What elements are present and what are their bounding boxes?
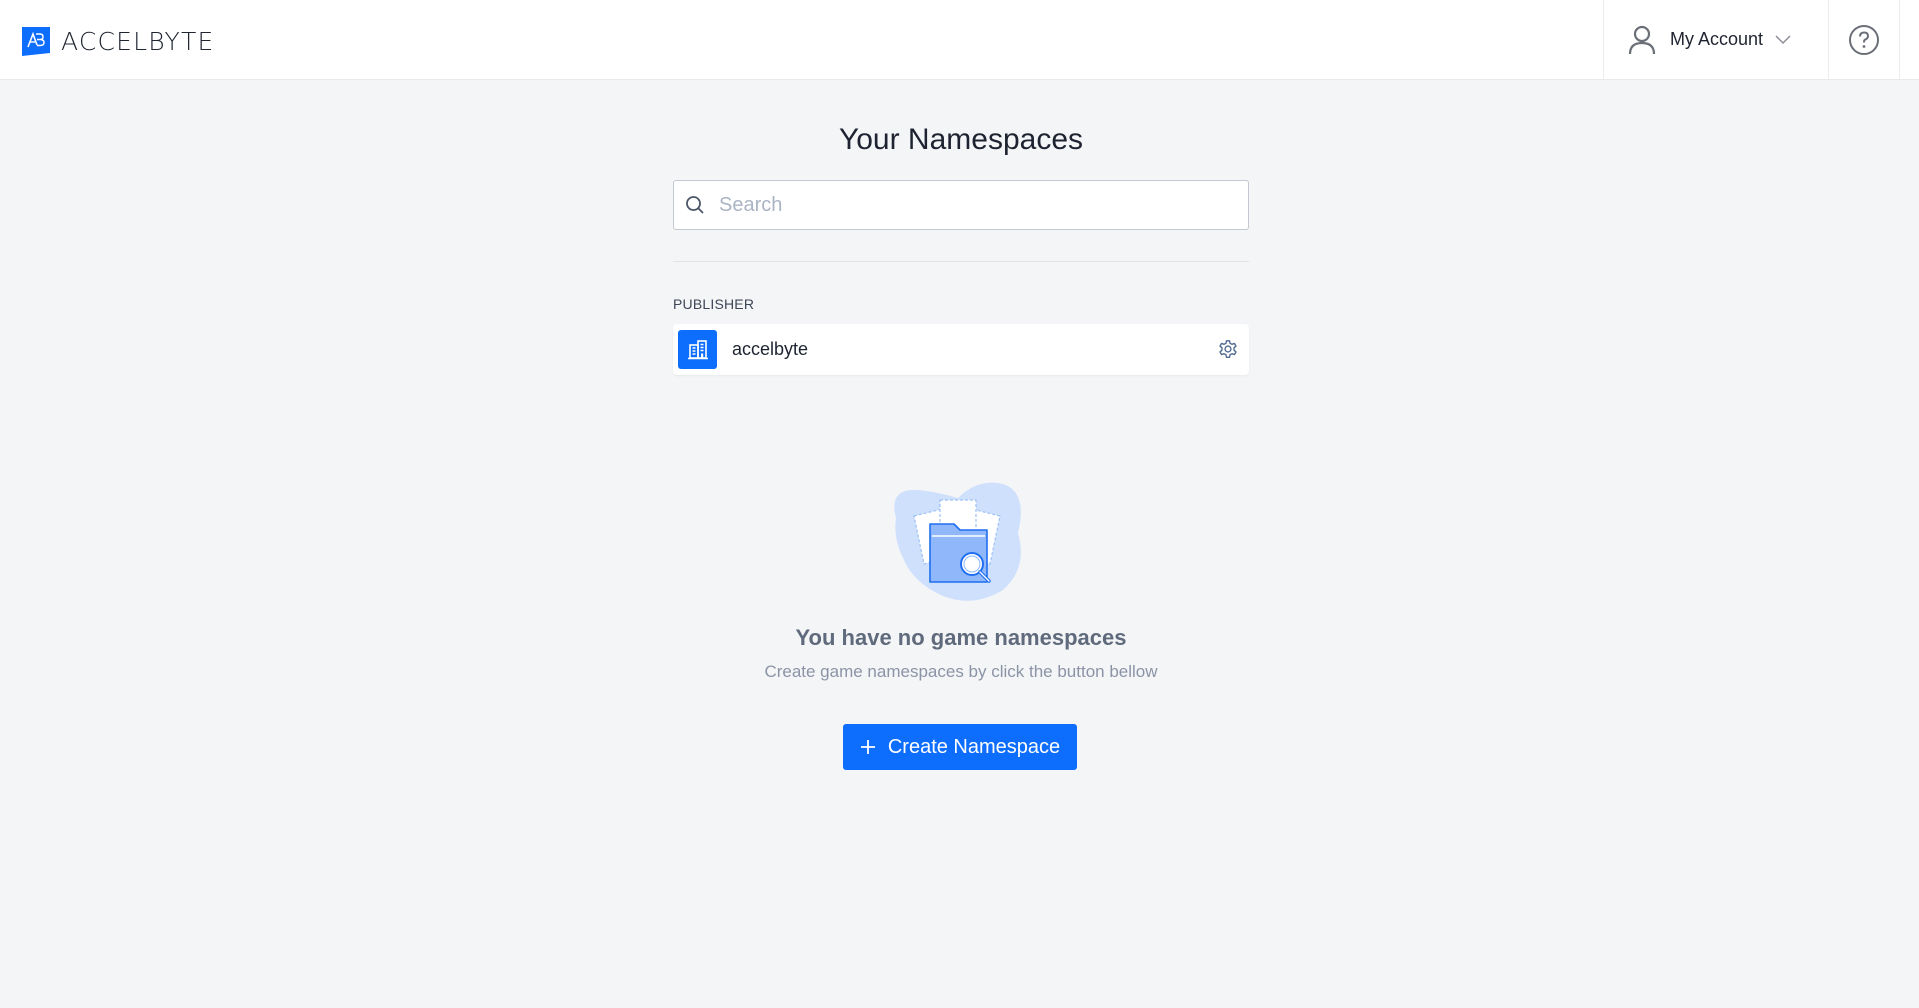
my-account-menu[interactable]: My Account bbox=[1603, 0, 1829, 79]
user-icon bbox=[1628, 25, 1656, 54]
publisher-avatar bbox=[678, 330, 717, 369]
publisher-name: accelbyte bbox=[732, 339, 809, 359]
folder-search-illustration bbox=[894, 482, 1021, 601]
empty-state-title: You have no game namespaces bbox=[795, 625, 1127, 650]
publisher-section-label: PUBLISHER bbox=[673, 296, 755, 312]
chevron-down-icon bbox=[1775, 34, 1791, 44]
brand-name: ACCELBYTE bbox=[61, 26, 215, 56]
search-box[interactable] bbox=[673, 180, 1249, 230]
accelbyte-logo-icon bbox=[22, 27, 50, 56]
help-button[interactable] bbox=[1829, 0, 1900, 79]
search-input[interactable] bbox=[719, 193, 1219, 217]
my-account-label: My Account bbox=[1670, 29, 1764, 49]
top-header: ACCELBYTE My Account bbox=[0, 0, 1919, 80]
help-circle-icon bbox=[1849, 24, 1879, 55]
create-namespace-label: Create Namespace bbox=[887, 735, 1061, 758]
publisher-item[interactable]: accelbyte bbox=[673, 324, 1249, 375]
building-icon bbox=[687, 339, 708, 359]
plus-icon bbox=[860, 740, 875, 754]
search-icon bbox=[686, 196, 704, 214]
empty-state-subtitle: Create game namespaces by click the butt… bbox=[764, 662, 1158, 681]
page-title: Your Namespaces bbox=[838, 123, 1084, 156]
section-divider bbox=[673, 261, 1249, 262]
gear-icon[interactable] bbox=[1217, 338, 1239, 360]
brand-logo[interactable]: ACCELBYTE bbox=[22, 27, 214, 56]
create-namespace-button[interactable]: Create Namespace bbox=[843, 724, 1077, 770]
